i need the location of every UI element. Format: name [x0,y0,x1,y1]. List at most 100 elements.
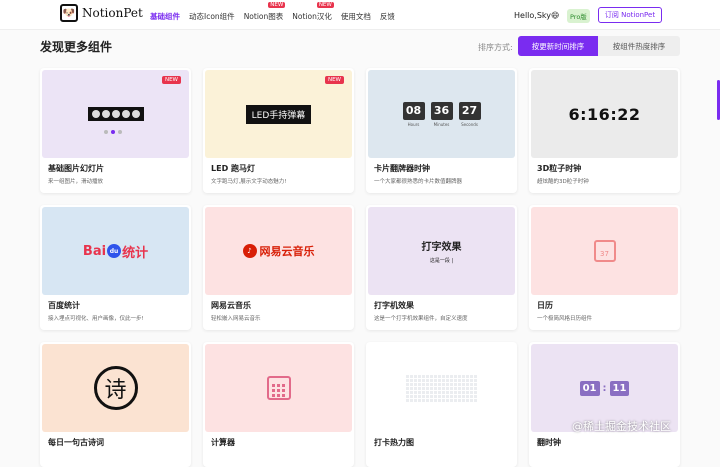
heatmap-cell [442,386,445,390]
heatmap-cell [442,382,445,386]
heatmap-cell [470,386,473,390]
heatmap-cell [446,374,449,378]
heatmap-cell [454,382,457,386]
heatmap-cell [418,374,421,378]
heatmap-cell [406,374,409,378]
nav-item-feedback[interactable]: 反馈 [380,11,395,22]
card-typewriter[interactable]: 打字效果 这是一段 | 打字机效果 这是一个打字机效果组件，自定义速度 [366,205,517,330]
heatmap-cell [458,390,461,394]
card-daily-poem[interactable]: 诗 每日一句古诗词 [40,342,191,467]
nav-item-charts[interactable]: Notion图表 NEW [244,2,286,22]
card-thumbnail: NEW [42,70,189,158]
heatmap-cell [430,374,433,378]
heatmap-cell [410,394,413,398]
card-slideshow[interactable]: NEW 基础图片幻灯片 来一组图片，滑动播放 [40,68,191,193]
heatmap-cell [466,378,469,382]
heatmap-cell [450,390,453,394]
heatmap-cell [470,378,473,382]
sort-toggle: 按更新时间排序 按组件热度排序 [518,36,680,56]
heatmap-cell [474,378,477,382]
card-desc: 文字跑马灯,展示文字动态魅力! [211,179,287,185]
nav-item-localization[interactable]: Notion汉化 NEW [292,2,334,22]
card-title: 基础图片幻灯片 [48,164,104,173]
heatmap-cell [426,374,429,378]
heatmap-cell [430,394,433,398]
card-flip-timer[interactable]: 01:11 翻时钟 [529,342,680,467]
paw-icon: du [107,244,122,258]
card-thumbnail [205,344,352,432]
heatmap-cell [434,398,437,402]
card-title: 每日一句古诗词 [48,438,104,447]
heatmap-cell [470,394,473,398]
card-desc: 来一组图片，滑动播放 [48,179,104,185]
card-thumbnail: LED手持弹幕 NEW [205,70,352,158]
pro-badge: Pro版 [567,9,590,23]
heatmap-cell [454,398,457,402]
heatmap-cell [458,382,461,386]
card-thumbnail: 打字效果 这是一段 | [368,207,515,295]
heatmap-cell [458,374,461,378]
nav-item-basic[interactable]: 基础组件 [150,11,180,22]
card-title: 百度统计 [48,301,80,310]
nav-item-dynamic-icon[interactable]: 动态Icon组件 [189,11,235,22]
heatmap-cell [422,398,425,402]
heatmap-cell [466,374,469,378]
flip-timer-preview: 01:11 [579,380,630,396]
heatmap-cell [438,378,441,382]
new-badge: NEW [324,76,344,84]
page-title: 发现更多组件 [40,40,113,54]
heatmap-cell [438,382,441,386]
heatmap-cell [474,382,477,386]
nav-item-docs[interactable]: 使用文档 [341,11,371,22]
heatmap-cell [470,374,473,378]
card-baidu-stats[interactable]: Bai du 统计 百度统计 接入埋点可视化、用户画像，仅此一步! [40,205,191,330]
heatmap-cell [430,386,433,390]
card-flip-clock[interactable]: 08 Hours 36 Minutes 27 Seconds 卡片翻牌器时钟 一个大家… [366,68,517,193]
heatmap-cell [418,390,421,394]
card-led-marquee[interactable]: LED手持弹幕 NEW LED 跑马灯 文字跑马灯,展示文字动态魅力! [203,68,354,193]
sort-by-popularity-button[interactable]: 按组件热度排序 [598,36,680,56]
poem-icon: 诗 [93,366,138,410]
flip-clock-preview: 08 Hours 36 Minutes 27 Seconds [402,101,481,127]
heatmap-cell [466,390,469,394]
subscribe-button[interactable]: 订阅 NotionPet [598,7,662,23]
heatmap-cell [414,382,417,386]
card-calculator[interactable]: 计算器 [203,342,354,467]
heatmap-cell [462,378,465,382]
heatmap-cell [422,382,425,386]
sort-by-update-button[interactable]: 按更新时间排序 [518,36,598,56]
heatmap-cell [458,378,461,382]
heatmap-cell [462,394,465,398]
heatmap-cell [462,382,465,386]
heatmap-cell [450,382,453,386]
heatmap-cell [434,390,437,394]
heatmap-cell [418,386,421,390]
heatmap-preview [406,374,477,402]
card-title: 计算器 [211,438,235,447]
heatmap-cell [438,398,441,402]
card-calendar[interactable]: 37 日历 一个极简风格日历组件 [529,205,680,330]
heatmap-cell [406,378,409,382]
logo[interactable]: 🐶 NotionPet [60,4,143,22]
card-desc: 轻松嵌入网易云音乐 [211,316,261,322]
card-desc: 一个大家都很熟悉的卡片数值翻牌器 [374,179,463,185]
heatmap-cell [414,374,417,378]
heatmap-cell [446,390,449,394]
card-3d-particle-clock[interactable]: 6:16:22 3D粒子时钟 超炫酷的3D粒子时钟 [529,68,680,193]
heatmap-cell [426,378,429,382]
card-checkin-heatmap[interactable]: 打卡热力图 [366,342,517,467]
heatmap-cell [438,386,441,390]
user-greeting[interactable]: Hello,Sky😄 [514,11,559,20]
led-preview: LED手持弹幕 [245,104,312,124]
heatmap-cell [442,390,445,394]
watermark: @稀土掘金技术社区 [572,420,671,433]
heatmap-cell [462,374,465,378]
card-netease-music[interactable]: ♪ 网易云音乐 网易云音乐 轻松嵌入网易云音乐 [203,205,354,330]
component-grid: NEW 基础图片幻灯片 来一组图片，滑动播放 LED手持弹幕 NEW LED 跑… [40,68,680,467]
heatmap-cell [434,378,437,382]
heatmap-cell [426,382,429,386]
card-title: 3D粒子时钟 [537,164,582,173]
calendar-icon: 37 [593,240,616,262]
heatmap-cell [410,386,413,390]
card-thumbnail: 6:16:22 [531,70,678,158]
